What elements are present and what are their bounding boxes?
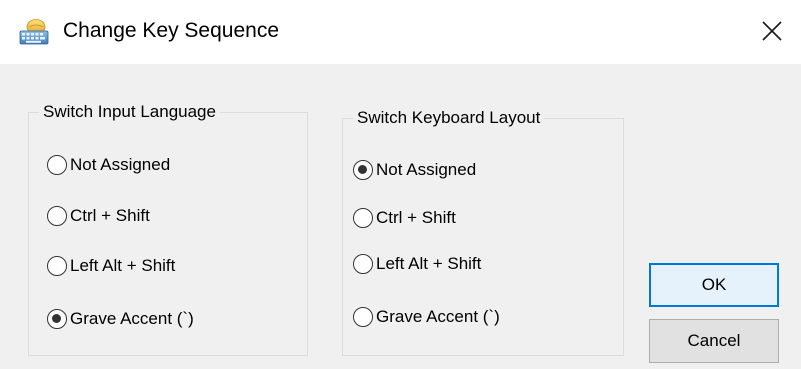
radio-label: Left Alt + Shift: [70, 256, 176, 275]
radio-label: Ctrl + Shift: [70, 206, 150, 225]
radio-button[interactable]: [353, 208, 373, 228]
group-legend: Switch Keyboard Layout: [353, 106, 545, 130]
radio-grave-accent[interactable]: Grave Accent (`): [353, 305, 500, 329]
radio-label: Grave Accent (`): [376, 307, 500, 326]
radio-button-selected[interactable]: [47, 309, 67, 329]
switch-keyboard-layout-group: Switch Keyboard Layout Not Assigned Ctrl…: [342, 106, 624, 356]
radio-button[interactable]: [47, 256, 67, 276]
window-title: Change Key Sequence: [63, 19, 279, 42]
radio-label: Not Assigned: [376, 160, 477, 179]
radio-label: Grave Accent (`): [70, 309, 194, 328]
group-legend: Switch Input Language: [39, 100, 220, 124]
radio-button[interactable]: [47, 206, 67, 226]
radio-label: Left Alt + Shift: [376, 254, 482, 273]
radio-button[interactable]: [353, 254, 373, 274]
radio-ctrl-shift[interactable]: Ctrl + Shift: [47, 204, 150, 228]
title-bar: Change Key Sequence: [0, 0, 801, 64]
radio-button-selected[interactable]: [353, 160, 373, 180]
radio-not-assigned[interactable]: Not Assigned: [47, 153, 170, 177]
radio-label: Not Assigned: [70, 155, 171, 174]
cancel-button[interactable]: Cancel: [649, 319, 779, 363]
dialog-body: Switch Input Language Not Assigned Ctrl …: [0, 64, 801, 369]
radio-ctrl-shift[interactable]: Ctrl + Shift: [353, 206, 456, 230]
radio-left-alt-shift[interactable]: Left Alt + Shift: [353, 252, 481, 276]
radio-not-assigned[interactable]: Not Assigned: [353, 158, 476, 182]
radio-label: Ctrl + Shift: [376, 208, 456, 227]
radio-button[interactable]: [353, 307, 373, 327]
switch-input-language-group: Switch Input Language Not Assigned Ctrl …: [28, 100, 308, 356]
radio-button[interactable]: [47, 155, 67, 175]
radio-left-alt-shift[interactable]: Left Alt + Shift: [47, 254, 175, 278]
close-button[interactable]: [750, 10, 794, 52]
close-icon: [762, 21, 782, 41]
radio-grave-accent[interactable]: Grave Accent (`): [47, 307, 194, 331]
ok-button[interactable]: OK: [649, 263, 779, 307]
keyboard-icon: [19, 19, 49, 45]
